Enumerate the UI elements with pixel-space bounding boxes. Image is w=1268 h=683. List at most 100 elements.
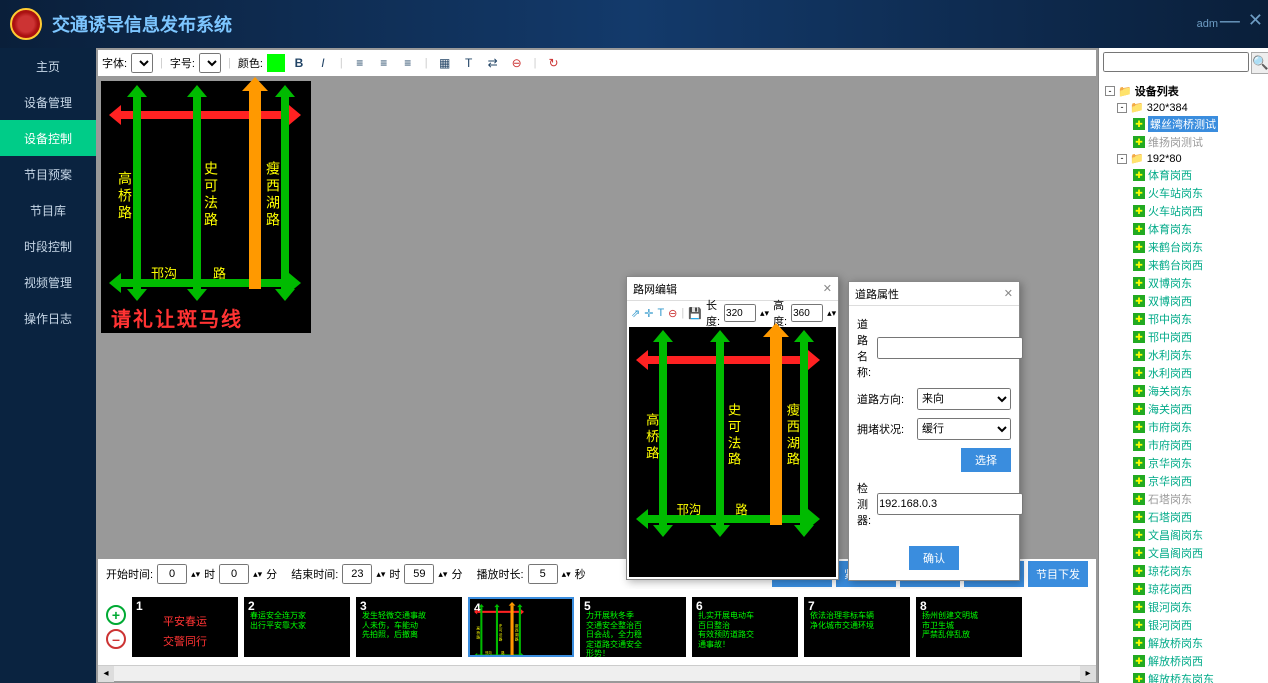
close-icon[interactable]: ✕: [823, 282, 832, 295]
delete-icon[interactable]: ⊖: [507, 53, 527, 73]
save-icon[interactable]: 💾: [688, 307, 702, 320]
tree-item[interactable]: 琼花岗东: [1101, 562, 1266, 580]
road-icon[interactable]: ⇄: [483, 53, 503, 73]
image-icon[interactable]: ▦: [435, 53, 455, 73]
program-preview[interactable]: 高桥路史可法路瘦西湖路邗沟路请礼让斑马线: [101, 81, 311, 333]
draw-arrow-icon[interactable]: ✛: [644, 307, 653, 320]
tree-item[interactable]: 琼花岗西: [1101, 580, 1266, 598]
tree-item[interactable]: 京华岗东: [1101, 454, 1266, 472]
text-icon[interactable]: T: [657, 307, 664, 319]
thumbnail[interactable]: 2春运安全连万家出行平安靠大家: [244, 597, 350, 657]
font-select[interactable]: [131, 53, 153, 73]
device-icon: [1133, 169, 1145, 181]
tree-item[interactable]: 来鹤台岗东: [1101, 238, 1266, 256]
tree-item[interactable]: 解放桥岗东: [1101, 634, 1266, 652]
thumbnail[interactable]: 5力开展秋冬季交通安全整治百日会战，全力稳定道路交通安全形势！: [580, 597, 686, 657]
sidebar-item[interactable]: 时段控制: [0, 228, 96, 264]
publish-button[interactable]: 节目下发: [1028, 561, 1088, 587]
thumbnail[interactable]: 6扎实开展电动车百日整治有效预防道路交通事故！: [692, 597, 798, 657]
tree-item[interactable]: 双博岗西: [1101, 292, 1266, 310]
thumbnail[interactable]: 1平安春运交警同行: [132, 597, 238, 657]
sidebar-item[interactable]: 节目库: [0, 192, 96, 228]
search-button[interactable]: 🔍: [1251, 52, 1268, 74]
tree-item[interactable]: 京华岗西: [1101, 472, 1266, 490]
tree-item[interactable]: 市府岗西: [1101, 436, 1266, 454]
refresh-icon[interactable]: ↻: [543, 53, 563, 73]
detector-input[interactable]: [877, 493, 1023, 515]
italic-button[interactable]: I: [313, 53, 333, 73]
remove-slide-button[interactable]: –: [106, 629, 126, 649]
tree-item[interactable]: 体育岗西: [1101, 166, 1266, 184]
sidebar-item[interactable]: 主页: [0, 48, 96, 84]
tree-item[interactable]: 来鹤台岗西: [1101, 256, 1266, 274]
height-input[interactable]: [791, 304, 823, 322]
thumbnail[interactable]: 8扬州创建文明城市卫生城严禁乱停乱放: [916, 597, 1022, 657]
tree-item[interactable]: 海关岗西: [1101, 400, 1266, 418]
app-title: 交通诱导信息发布系统: [52, 11, 232, 37]
tree-item[interactable]: 银河岗东: [1101, 598, 1266, 616]
align-right-icon[interactable]: ≡: [398, 53, 418, 73]
tree-root[interactable]: -📁 设备列表: [1101, 82, 1266, 100]
tree-item[interactable]: 解放桥岗西: [1101, 652, 1266, 670]
scroll-right-icon[interactable]: ▸: [1080, 666, 1096, 682]
size-select[interactable]: [199, 53, 221, 73]
editor-canvas[interactable]: 高桥路史可法路瘦西湖路邗沟路请礼让斑马线 路网编辑✕ ⇗ ✛ T ⊖ | 💾 长…: [98, 76, 1096, 559]
add-slide-button[interactable]: +: [106, 605, 126, 625]
bold-button[interactable]: B: [289, 53, 309, 73]
tree-item[interactable]: 文昌阁岗西: [1101, 544, 1266, 562]
start-min-input[interactable]: [219, 564, 249, 584]
thumbnail[interactable]: 3发生轻微交通事故人未伤，车能动先拍照，后撤离: [356, 597, 462, 657]
jam-select[interactable]: 缓行: [917, 418, 1011, 440]
color-swatch[interactable]: [267, 54, 285, 72]
close-icon[interactable]: ✕: [1004, 287, 1013, 300]
scroll-left-icon[interactable]: ◂: [98, 666, 114, 682]
device-icon: [1133, 136, 1145, 148]
tree-item[interactable]: 海关岗东: [1101, 382, 1266, 400]
thumb-scrollbar[interactable]: ◂ ▸: [98, 665, 1096, 681]
tree-item[interactable]: 市府岗东: [1101, 418, 1266, 436]
tree-item[interactable]: 文昌阁岗东: [1101, 526, 1266, 544]
tree-item[interactable]: 邗中岗西: [1101, 328, 1266, 346]
align-left-icon[interactable]: ≡: [350, 53, 370, 73]
tree-item[interactable]: 双博岗东: [1101, 274, 1266, 292]
tree-item[interactable]: 火车站岗东: [1101, 184, 1266, 202]
device-icon: [1133, 385, 1145, 397]
road-name-input[interactable]: [877, 337, 1023, 359]
duration-input[interactable]: [528, 564, 558, 584]
thumbnail[interactable]: 4高桥路史可法路瘦西湖路邗沟路请礼让斑马线: [468, 597, 574, 657]
end-min-input[interactable]: [404, 564, 434, 584]
tree-item[interactable]: 石塔岗西: [1101, 508, 1266, 526]
tree-group[interactable]: -📁 320*384: [1101, 100, 1266, 115]
tree-item[interactable]: 体育岗东: [1101, 220, 1266, 238]
dialog-title: 道路属性: [855, 286, 899, 302]
end-hour-input[interactable]: [342, 564, 372, 584]
tree-item[interactable]: 石塔岗东: [1101, 490, 1266, 508]
select-button[interactable]: 选择: [961, 448, 1011, 472]
tree-item[interactable]: 水利岗东: [1101, 346, 1266, 364]
close-icon[interactable]: ✕: [1248, 10, 1263, 33]
text-icon[interactable]: T: [459, 53, 479, 73]
tree-item[interactable]: 解放桥东岗东: [1101, 670, 1266, 683]
tree-group[interactable]: -📁 192*80: [1101, 151, 1266, 166]
tree-item[interactable]: 火车站岗西: [1101, 202, 1266, 220]
sidebar-item[interactable]: 操作日志: [0, 300, 96, 336]
direction-select[interactable]: 来向: [917, 388, 1011, 410]
tree-item[interactable]: 螺丝湾桥测试: [1101, 115, 1266, 133]
sidebar-item[interactable]: 视频管理: [0, 264, 96, 300]
tree-item[interactable]: 维扬岗测试: [1101, 133, 1266, 151]
thumbnail[interactable]: 7依法治理非标车辆净化城市交通环境: [804, 597, 910, 657]
tree-item[interactable]: 银河岗西: [1101, 616, 1266, 634]
start-hour-input[interactable]: [157, 564, 187, 584]
tree-item[interactable]: 邗中岗东: [1101, 310, 1266, 328]
sidebar-item[interactable]: 设备控制: [0, 120, 96, 156]
search-input[interactable]: [1103, 52, 1249, 72]
width-input[interactable]: [724, 304, 756, 322]
sidebar-item[interactable]: 设备管理: [0, 84, 96, 120]
tree-item[interactable]: 水利岗西: [1101, 364, 1266, 382]
draw-line-icon[interactable]: ⇗: [631, 307, 640, 320]
align-center-icon[interactable]: ≡: [374, 53, 394, 73]
sidebar-item[interactable]: 节目预案: [0, 156, 96, 192]
delete-icon[interactable]: ⊖: [668, 307, 677, 320]
confirm-button[interactable]: 确认: [909, 546, 959, 570]
minimize-icon[interactable]: —: [1220, 10, 1240, 33]
